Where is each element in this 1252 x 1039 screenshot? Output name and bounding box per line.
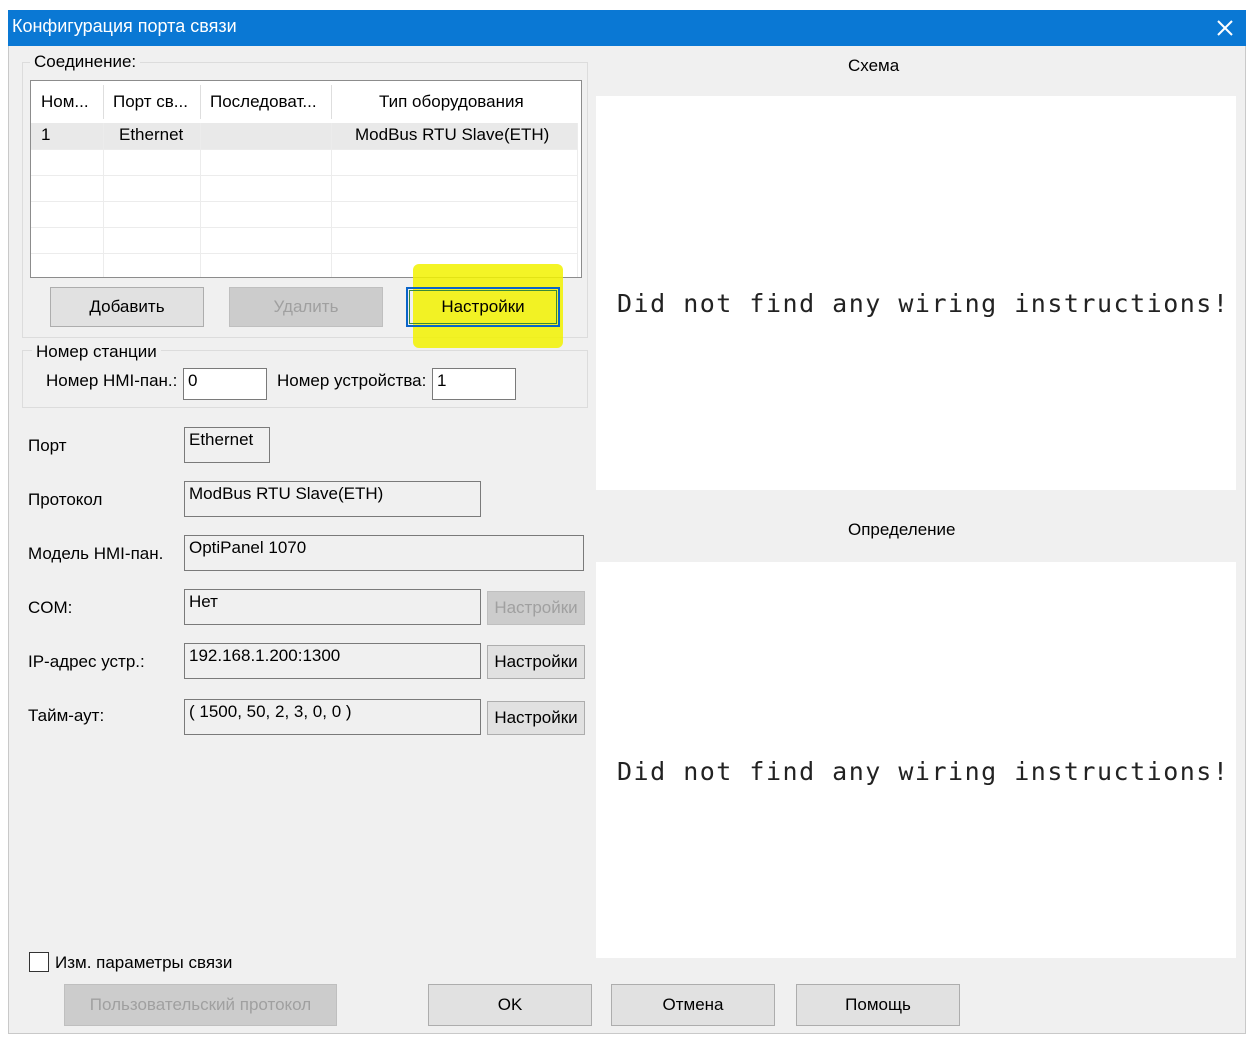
settings-button[interactable]: Настройки xyxy=(406,287,560,327)
column-header-sequence[interactable]: Последоват... xyxy=(210,81,330,123)
grid-line xyxy=(31,253,577,254)
ip-address-field[interactable]: 192.168.1.200:1300 xyxy=(184,643,481,679)
device-number-label: Номер устройства: xyxy=(277,371,427,390)
close-icon xyxy=(1217,20,1233,36)
definition-title: Определение xyxy=(848,520,956,539)
column-separator[interactable] xyxy=(200,85,201,119)
grid-line xyxy=(577,123,578,277)
station-legend: Номер станции xyxy=(32,342,161,362)
com-settings-button[interactable]: Настройки xyxy=(487,591,585,625)
timeout-field[interactable]: ( 1500, 50, 2, 3, 0, 0 ) xyxy=(184,699,481,735)
close-button[interactable] xyxy=(1204,10,1246,46)
ip-address-label: IP-адрес устр.: xyxy=(28,652,145,671)
grid-line xyxy=(31,227,577,228)
connection-legend: Соединение: xyxy=(30,52,141,72)
delete-button[interactable]: Удалить xyxy=(229,287,383,327)
port-label: Порт xyxy=(28,436,67,455)
change-params-checkbox[interactable] xyxy=(29,952,49,972)
column-separator[interactable] xyxy=(331,85,332,119)
grid-line xyxy=(31,201,577,202)
protocol-field: ModBus RTU Slave(ETH) xyxy=(184,481,481,517)
cell-equipment-type: ModBus RTU Slave(ETH) xyxy=(355,125,550,144)
hmi-model-field: OptiPanel 1070 xyxy=(184,535,584,571)
protocol-label: Протокол xyxy=(28,490,103,509)
column-header-port[interactable]: Порт св... xyxy=(113,81,201,123)
port-field: Ethernet xyxy=(184,427,270,463)
custom-protocol-button[interactable]: Пользовательский протокол xyxy=(64,984,337,1026)
table-row[interactable]: 1 Ethernet ModBus RTU Slave(ETH) xyxy=(31,123,577,149)
column-separator[interactable] xyxy=(103,85,104,119)
scheme-message: Did not find any wiring instructions! xyxy=(617,289,1230,318)
scheme-title: Схема xyxy=(848,56,900,75)
cell-number: 1 xyxy=(41,125,51,144)
timeout-settings-button[interactable]: Настройки xyxy=(487,701,585,735)
add-button[interactable]: Добавить xyxy=(50,287,204,327)
column-header-number[interactable]: Ном... xyxy=(41,81,101,123)
help-button[interactable]: Помощь xyxy=(796,984,960,1026)
connection-table: Ном... Порт св... Последоват... Тип обор… xyxy=(30,80,582,278)
hmi-number-input[interactable]: 0 xyxy=(183,368,267,400)
com-field: Нет xyxy=(184,589,481,625)
timeout-label: Тайм-аут: xyxy=(28,706,105,725)
cell-port: Ethernet xyxy=(119,125,184,144)
com-label: COM: xyxy=(28,598,73,617)
change-params-label[interactable]: Изм. параметры связи xyxy=(55,953,232,973)
hmi-number-label: Номер HMI-пан.: xyxy=(46,371,178,390)
definition-message: Did not find any wiring instructions! xyxy=(617,757,1230,786)
ok-button[interactable]: OK xyxy=(428,984,592,1026)
ip-settings-button[interactable]: Настройки xyxy=(487,645,585,679)
grid-line xyxy=(31,149,577,150)
device-number-input[interactable]: 1 xyxy=(432,368,516,400)
cancel-button[interactable]: Отмена xyxy=(611,984,775,1026)
grid-line xyxy=(31,175,577,176)
hmi-model-label: Модель HMI-пан. xyxy=(28,544,164,563)
column-header-equipment-type[interactable]: Тип оборудования xyxy=(379,81,579,123)
window-title: Конфигурация порта связи xyxy=(12,16,237,36)
